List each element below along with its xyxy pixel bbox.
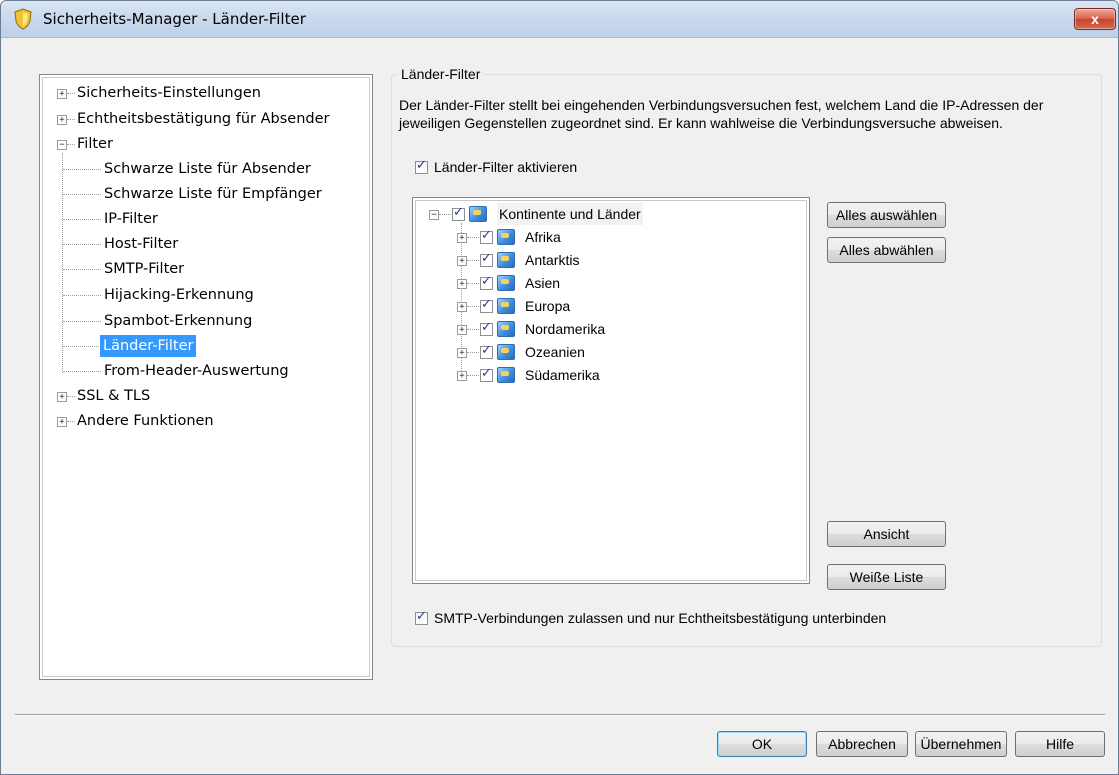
expand-icon[interactable]: +	[57, 115, 67, 125]
smtp-allow-checkbox[interactable]	[415, 609, 428, 625]
nav-item-spambot-erkennung[interactable]: Spambot-Erkennung	[104, 310, 252, 332]
expand-icon[interactable]: +	[57, 392, 67, 402]
nav-item-hijacking-erkennung[interactable]: Hijacking-Erkennung	[104, 284, 254, 306]
tree-line	[467, 283, 479, 284]
tree-line	[63, 346, 99, 347]
tree-line	[467, 237, 479, 238]
select-all-button[interactable]: Alles auswählen	[827, 202, 946, 228]
deselect-all-button[interactable]: Alles abwählen	[827, 237, 946, 263]
whitelist-button[interactable]: Weiße Liste	[827, 564, 946, 590]
smtp-allow-label[interactable]: SMTP-Verbindungen zulassen und nur Echth…	[434, 610, 886, 626]
continent-europa[interactable]: Europa	[525, 295, 570, 317]
description-text: Der Länder-Filter stellt bei eingehenden…	[399, 97, 1044, 131]
continent-checkbox[interactable]	[480, 274, 493, 290]
tree-root-label[interactable]: Kontinente und Länder	[497, 203, 643, 225]
collapse-icon[interactable]: −	[429, 210, 439, 220]
countries-tree-frame	[415, 200, 807, 581]
tree-line	[439, 214, 451, 215]
cancel-button[interactable]: Abbrechen	[816, 731, 908, 757]
expand-icon[interactable]: +	[457, 233, 467, 243]
nav-item-schwarze-liste-empfaenger[interactable]: Schwarze Liste für Empfänger	[104, 183, 322, 205]
nav-item-host-filter[interactable]: Host-Filter	[104, 233, 178, 255]
tree-line	[63, 269, 101, 270]
title-bar[interactable]: Sicherheits-Manager - Länder-Filter x	[1, 1, 1118, 38]
continent-checkbox[interactable]	[480, 251, 493, 267]
globe-icon	[497, 275, 515, 291]
tree-line	[63, 244, 101, 245]
tree-line	[63, 371, 101, 372]
nav-item-andere-funktionen[interactable]: Andere Funktionen	[77, 410, 214, 432]
tree-line	[63, 219, 101, 220]
tree-line	[67, 396, 75, 397]
continent-ozeanien[interactable]: Ozeanien	[525, 341, 585, 363]
apply-button[interactable]: Übernehmen	[915, 731, 1007, 757]
tree-line	[63, 169, 101, 170]
tree-line	[467, 352, 479, 353]
tree-line	[67, 93, 75, 94]
nav-item-filter[interactable]: Filter	[77, 133, 113, 155]
collapse-icon[interactable]: −	[57, 140, 67, 150]
nav-item-ip-filter[interactable]: IP-Filter	[104, 208, 158, 230]
expand-icon[interactable]: +	[57, 89, 67, 99]
globe-icon	[497, 229, 515, 245]
nav-item-laender-filter-selected[interactable]: Länder-Filter	[100, 335, 197, 357]
tree-line	[63, 321, 101, 322]
tree-line	[67, 144, 75, 145]
enable-filter-label[interactable]: Länder-Filter aktivieren	[434, 159, 577, 175]
continent-checkbox[interactable]	[480, 366, 493, 382]
globe-icon	[469, 206, 487, 222]
view-button[interactable]: Ansicht	[827, 521, 946, 547]
continent-checkbox[interactable]	[480, 320, 493, 336]
continent-afrika[interactable]: Afrika	[525, 226, 561, 248]
expand-icon[interactable]: +	[57, 417, 67, 427]
expand-icon[interactable]: +	[457, 371, 467, 381]
root-checkbox[interactable]	[452, 205, 465, 221]
group-title: Länder-Filter	[397, 66, 485, 82]
tree-line	[467, 260, 479, 261]
continent-nordamerika[interactable]: Nordamerika	[525, 318, 605, 340]
globe-icon	[497, 298, 515, 314]
help-button[interactable]: Hilfe	[1015, 731, 1105, 757]
tree-line	[63, 295, 101, 296]
continent-checkbox[interactable]	[480, 228, 493, 244]
globe-icon	[497, 344, 515, 360]
security-manager-window: Sicherheits-Manager - Länder-Filter x + …	[0, 0, 1119, 775]
continent-asien[interactable]: Asien	[525, 272, 560, 294]
tree-line	[67, 119, 75, 120]
tree-line	[467, 306, 479, 307]
nav-item-from-header[interactable]: From-Header-Auswertung	[104, 360, 289, 382]
expand-icon[interactable]: +	[457, 302, 467, 312]
close-icon: x	[1091, 11, 1099, 27]
expand-icon[interactable]: +	[457, 325, 467, 335]
tree-line	[67, 421, 75, 422]
globe-icon	[497, 367, 515, 383]
continent-antarktis[interactable]: Antarktis	[525, 249, 579, 271]
expand-icon[interactable]: +	[457, 279, 467, 289]
globe-icon	[497, 252, 515, 268]
continent-checkbox[interactable]	[480, 297, 493, 313]
expand-icon[interactable]: +	[457, 348, 467, 358]
continent-checkbox[interactable]	[480, 343, 493, 359]
window-title: Sicherheits-Manager - Länder-Filter	[43, 10, 306, 28]
close-button[interactable]: x	[1074, 8, 1116, 30]
tree-line	[62, 153, 63, 373]
footer-separator	[15, 714, 1105, 716]
countries-tree[interactable]	[412, 197, 810, 584]
continent-suedamerika[interactable]: Südamerika	[525, 364, 600, 386]
nav-item-sicherheits-einstellungen[interactable]: Sicherheits-Einstellungen	[77, 82, 261, 104]
nav-item-schwarze-liste-absender[interactable]: Schwarze Liste für Absender	[104, 158, 311, 180]
globe-icon	[497, 321, 515, 337]
nav-item-echtheitsbestaetigung[interactable]: Echtheitsbestätigung für Absender	[77, 108, 330, 130]
shield-icon	[14, 8, 32, 30]
tree-line	[63, 194, 101, 195]
tree-line	[467, 329, 479, 330]
tree-line	[467, 375, 479, 376]
nav-item-smtp-filter[interactable]: SMTP-Filter	[104, 258, 184, 280]
ok-button[interactable]: OK	[717, 731, 807, 757]
expand-icon[interactable]: +	[457, 256, 467, 266]
nav-item-ssl-tls[interactable]: SSL & TLS	[77, 385, 150, 407]
enable-filter-checkbox[interactable]	[415, 158, 428, 174]
